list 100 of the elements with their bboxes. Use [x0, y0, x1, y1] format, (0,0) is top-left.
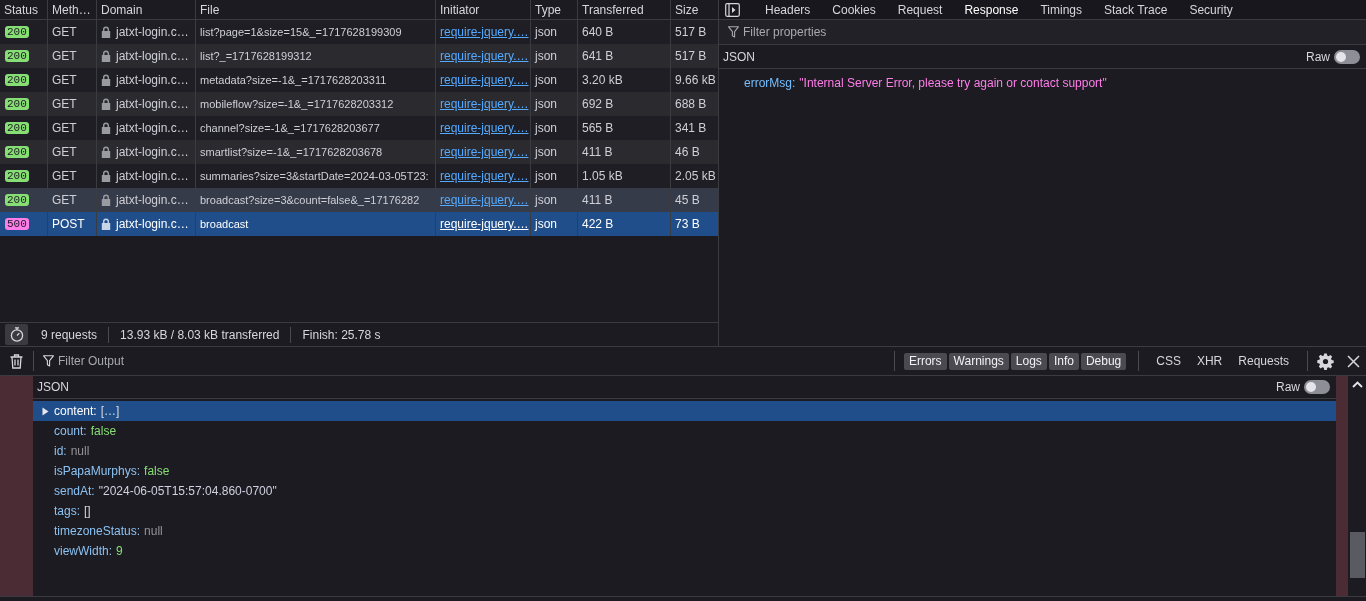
filter-button[interactable]: Logs [1010, 352, 1047, 370]
initiator-link[interactable]: require-jquery.… [440, 145, 529, 159]
initiator-link[interactable]: require-jquery.… [440, 169, 529, 183]
request-method: GET [52, 145, 77, 159]
request-domain: jatxt-login.c… [116, 193, 189, 207]
filter-button[interactable]: Debug [1080, 352, 1127, 370]
tree-row[interactable]: content: […] [33, 401, 1336, 421]
sidebar-icon[interactable] [725, 2, 740, 17]
request-method: GET [52, 193, 77, 207]
lock-icon [101, 170, 111, 182]
tree-row[interactable]: tags: [] [33, 501, 1336, 521]
initiator-link[interactable]: require-jquery.… [440, 25, 529, 39]
request-file: broadcast?size=3&count=false&_=17176282 [200, 194, 420, 206]
filter-button[interactable]: XHR [1188, 352, 1231, 370]
property-key: errorMsg: [744, 76, 796, 90]
filter-button[interactable]: Warnings [948, 352, 1009, 370]
filter-icon [43, 355, 54, 367]
content-type: json [535, 73, 557, 87]
lock-icon [101, 74, 111, 86]
summary-text: 13.93 kB / 8.03 kB transferred [120, 327, 280, 342]
tree-row[interactable]: errorMsg: "Internal Server Error, please try again or contact support" [719, 71, 1366, 91]
settings-icon[interactable] [1317, 352, 1334, 370]
stopwatch-icon [9, 327, 24, 342]
column-header[interactable]: Initiator [440, 2, 480, 17]
tree-row[interactable]: isPapaMurphys: false [33, 461, 1336, 481]
chevron-up-icon[interactable] [1351, 381, 1363, 388]
column-header[interactable]: Transferred [582, 2, 644, 17]
tab[interactable]: Stack Trace [1093, 0, 1179, 19]
tree-row[interactable]: count: false [33, 421, 1336, 441]
content-type: json [535, 145, 557, 159]
request-row[interactable]: 200 GET jatxt-login.c… broadcast?size=3&count=false&_=17176282 require-jquery.… json 411 B 45 B [0, 188, 718, 212]
status-badge: 200 [5, 26, 29, 38]
status-badge: 200 [5, 98, 29, 110]
filter-button[interactable]: Errors [903, 352, 947, 370]
trash-icon[interactable] [10, 353, 23, 369]
close-icon[interactable] [1347, 354, 1360, 368]
tree-row[interactable]: id: null [33, 441, 1336, 461]
initiator-link[interactable]: require-jquery.… [440, 193, 529, 207]
initiator-link[interactable]: require-jquery.… [440, 49, 529, 63]
initiator-link[interactable]: require-jquery.… [440, 217, 529, 231]
request-method: GET [52, 169, 77, 183]
tab[interactable]: Response [953, 0, 1030, 19]
response-size: 73 B [675, 217, 700, 231]
property-key: isPapaMurphys: [54, 464, 141, 478]
lock-icon [101, 146, 111, 158]
column-header[interactable]: File [200, 2, 220, 17]
filter-button[interactable]: Requests [1230, 352, 1297, 370]
tab[interactable]: Headers [754, 0, 822, 19]
lock-icon [101, 26, 111, 38]
tab[interactable]: Cookies [821, 0, 887, 19]
initiator-link[interactable]: require-jquery.… [440, 97, 529, 111]
lock-icon [101, 194, 111, 206]
request-domain: jatxt-login.c… [116, 25, 189, 39]
tab[interactable]: Request [886, 0, 954, 19]
content-type: json [535, 193, 557, 207]
response-size: 517 B [675, 49, 707, 63]
transferred-size: 641 B [582, 49, 614, 63]
raw-toggle[interactable] [1304, 380, 1330, 394]
column-header[interactable]: Domain [101, 2, 143, 17]
tab[interactable]: Security [1178, 0, 1244, 19]
request-file: broadcast [200, 218, 249, 230]
tree-row[interactable]: timezoneStatus: null [33, 521, 1336, 541]
filter-input[interactable]: Filter Output [58, 352, 884, 370]
tree-row[interactable]: sendAt: "2024-06-05T15:57:04.860-0700" [33, 481, 1336, 501]
request-row[interactable]: 500 POST jatxt-login.c… broadcast require-jquery.… json 422 B 73 B [0, 212, 718, 236]
response-size: 688 B [675, 97, 707, 111]
section-title: JSON [37, 380, 69, 394]
caret-icon[interactable] [42, 406, 49, 416]
scrollbar-thumb[interactable] [1349, 532, 1365, 578]
content-type: json [535, 169, 557, 183]
property-value: false [90, 424, 117, 438]
filter-button[interactable]: Info [1048, 352, 1079, 370]
initiator-link[interactable]: require-jquery.… [440, 121, 529, 135]
transferred-size: 640 B [582, 25, 614, 39]
property-key: id: [54, 444, 67, 458]
column-header[interactable]: Status [4, 2, 39, 17]
response-size: 45 B [675, 193, 700, 207]
request-row[interactable]: 200 GET jatxt-login.c… smartlist?size=-1&_=1717628203678 require-jquery.… json 411 B 46 B [0, 140, 718, 164]
column-header[interactable]: Meth… [52, 2, 91, 17]
initiator-link[interactable]: require-jquery.… [440, 73, 529, 87]
tab[interactable]: Timings [1029, 0, 1094, 19]
request-row[interactable]: 200 GET jatxt-login.c… list?_=1717628199312 require-jquery.… json 641 B 517 B [0, 44, 718, 68]
performance-button[interactable] [5, 324, 28, 345]
property-value: [] [84, 504, 91, 518]
lock-icon [101, 98, 111, 110]
column-header[interactable]: Type [535, 2, 561, 17]
request-method: POST [52, 217, 85, 231]
column-header[interactable]: Size [675, 2, 699, 17]
response-size: 2.05 kB [675, 169, 716, 183]
status-badge: 200 [5, 170, 29, 182]
raw-toggle[interactable] [1334, 49, 1360, 64]
property-value: "Internal Server Error, please try again or contact support" [799, 76, 1107, 90]
transferred-size: 422 B [582, 217, 614, 231]
filter-button[interactable]: CSS [1148, 352, 1189, 370]
request-row[interactable]: 200 GET jatxt-login.c… mobileflow?size=-1&_=1717628203312 require-jquery.… json 692 B 688 B [0, 92, 718, 116]
status-badge: 500 [5, 218, 29, 230]
request-file: list?_=1717628199312 [200, 50, 312, 62]
request-domain: jatxt-login.c… [116, 73, 189, 87]
transferred-size: 1.05 kB [582, 169, 623, 183]
tree-row[interactable]: viewWidth: 9 [33, 541, 1336, 561]
